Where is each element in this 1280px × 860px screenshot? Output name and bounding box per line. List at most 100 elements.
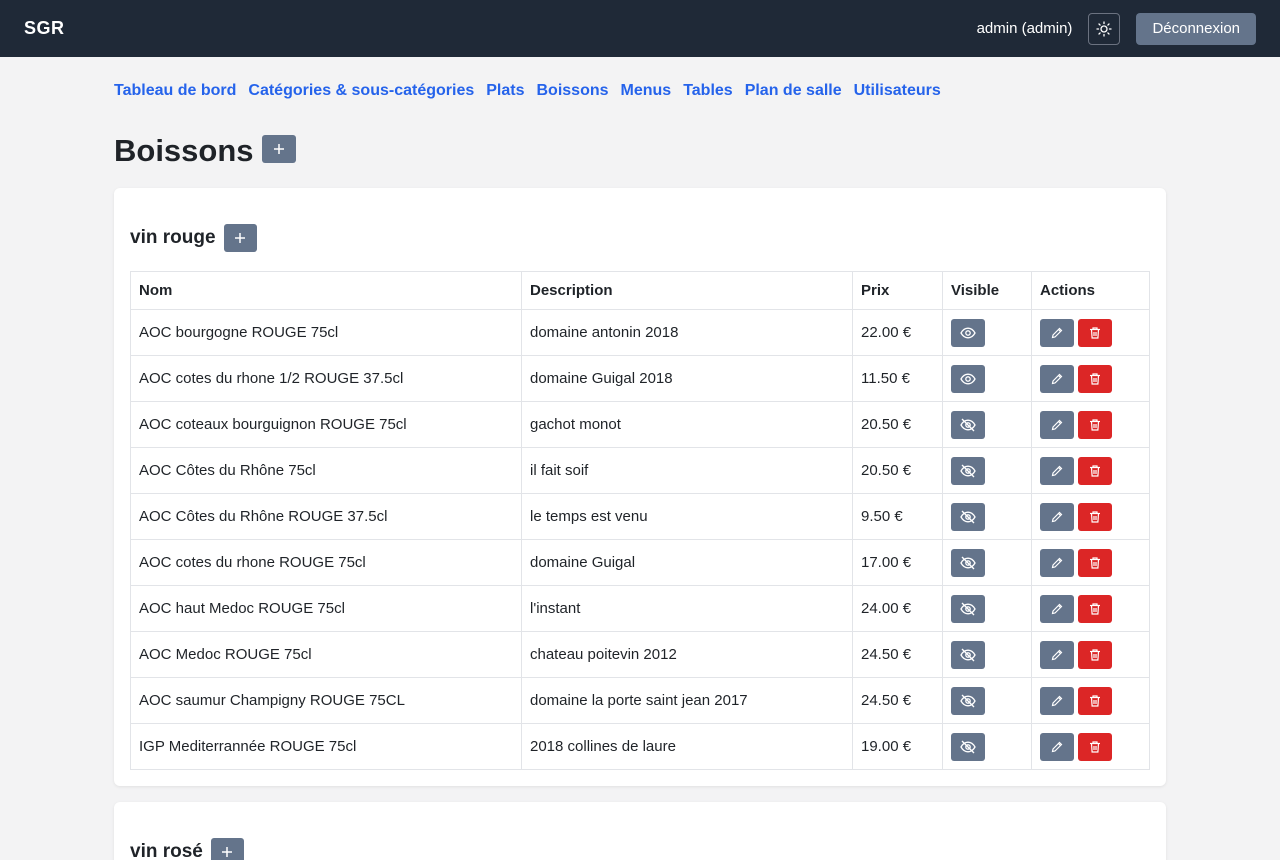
section-title: vin rouge <box>130 227 216 248</box>
category-card-vin-rose: vin rosé <box>114 802 1166 860</box>
nav-link-plan-de-salle[interactable]: Plan de salle <box>745 82 842 114</box>
column-header-visible: Visible <box>942 271 1032 310</box>
eye-off-icon <box>960 463 976 479</box>
cell-visible <box>942 493 1032 540</box>
column-header-description: Description <box>521 271 853 310</box>
cell-prix: 24.50 € <box>852 677 943 724</box>
toggle-visibility-button[interactable] <box>951 548 985 577</box>
edit-button[interactable] <box>1040 318 1074 347</box>
cell-visible <box>942 723 1032 770</box>
delete-button[interactable] <box>1078 410 1112 439</box>
edit-button[interactable] <box>1040 364 1074 393</box>
cell-visible <box>942 355 1032 402</box>
add-to-category-button[interactable] <box>223 224 257 252</box>
toggle-visibility-button[interactable] <box>951 410 985 439</box>
logout-button[interactable]: Déconnexion <box>1136 12 1256 45</box>
cell-prix: 19.00 € <box>852 723 943 770</box>
eye-icon <box>960 371 976 387</box>
column-header-prix: Prix <box>852 271 943 310</box>
toggle-visibility-button[interactable] <box>951 686 985 715</box>
cell-actions <box>1031 631 1150 678</box>
edit-button[interactable] <box>1040 456 1074 485</box>
cell-description: il fait soif <box>521 447 853 494</box>
trash-icon <box>1088 648 1102 662</box>
pencil-icon <box>1050 602 1064 616</box>
cell-description: 2018 collines de laure <box>521 723 853 770</box>
column-header-actions: Actions <box>1031 271 1150 310</box>
cell-prix: 24.50 € <box>852 631 943 678</box>
brand-logo[interactable]: SGR <box>24 18 65 39</box>
delete-button[interactable] <box>1078 318 1112 347</box>
section-title: vin rosé <box>130 841 203 860</box>
cell-actions <box>1031 723 1150 770</box>
trash-icon <box>1088 326 1102 340</box>
nav-link-plats[interactable]: Plats <box>486 82 524 114</box>
cell-visible <box>942 309 1032 356</box>
edit-button[interactable] <box>1040 732 1074 761</box>
theme-toggle-button[interactable] <box>1088 12 1121 45</box>
cell-nom: AOC Côtes du Rhône ROUGE 37.5cl <box>130 493 522 540</box>
nav-link-dashboard[interactable]: Tableau de bord <box>114 82 236 114</box>
edit-button[interactable] <box>1040 594 1074 623</box>
eye-off-icon <box>960 417 976 433</box>
delete-button[interactable] <box>1078 594 1112 623</box>
pencil-icon <box>1050 556 1064 570</box>
delete-button[interactable] <box>1078 364 1112 393</box>
toggle-visibility-button[interactable] <box>951 364 985 393</box>
toggle-visibility-button[interactable] <box>951 502 985 531</box>
table-row: AOC Côtes du Rhône ROUGE 37.5cl le temps … <box>130 493 1150 540</box>
delete-button[interactable] <box>1078 502 1112 531</box>
table-row: AOC cotes du rhone 1/2 ROUGE 37.5cl domai… <box>130 355 1150 402</box>
nav-link-boissons[interactable]: Boissons <box>537 82 609 114</box>
edit-button[interactable] <box>1040 548 1074 577</box>
trash-icon <box>1088 464 1102 478</box>
delete-button[interactable] <box>1078 686 1112 715</box>
edit-button[interactable] <box>1040 686 1074 715</box>
cell-prix: 22.00 € <box>852 309 943 356</box>
toggle-visibility-button[interactable] <box>951 640 985 669</box>
pencil-icon <box>1050 418 1064 432</box>
delete-button[interactable] <box>1078 548 1112 577</box>
toggle-visibility-button[interactable] <box>951 732 985 761</box>
nav-link-menus[interactable]: Menus <box>621 82 672 114</box>
table-row: AOC saumur Champigny ROUGE 75CL domaine l… <box>130 677 1150 724</box>
toggle-visibility-button[interactable] <box>951 594 985 623</box>
cell-actions <box>1031 309 1150 356</box>
edit-button[interactable] <box>1040 410 1074 439</box>
cell-visible <box>942 401 1032 448</box>
cell-description: gachot monot <box>521 401 853 448</box>
table-row: AOC bourgogne ROUGE 75cl domaine antonin … <box>130 309 1150 356</box>
table-row: AOC haut Medoc ROUGE 75cl l'instant 24.00 … <box>130 585 1150 632</box>
edit-button[interactable] <box>1040 502 1074 531</box>
toggle-visibility-button[interactable] <box>951 318 985 347</box>
boissons-table: Nom Description Prix Visible Actions AOC… <box>130 271 1150 770</box>
add-boisson-button[interactable] <box>261 135 296 163</box>
cell-nom: AOC haut Medoc ROUGE 75cl <box>130 585 522 632</box>
table-row: AOC Medoc ROUGE 75cl chateau poitevin 201… <box>130 631 1150 678</box>
trash-icon <box>1088 740 1102 754</box>
table-row: AOC coteaux bourguignon ROUGE 75cl gachot… <box>130 401 1150 448</box>
cell-nom: AOC saumur Champigny ROUGE 75CL <box>130 677 522 724</box>
cell-description: domaine la porte saint jean 2017 <box>521 677 853 724</box>
eye-off-icon <box>960 647 976 663</box>
delete-button[interactable] <box>1078 456 1112 485</box>
add-to-category-button[interactable] <box>210 838 244 860</box>
plus-icon <box>221 846 233 858</box>
toggle-visibility-button[interactable] <box>951 456 985 485</box>
pencil-icon <box>1050 510 1064 524</box>
eye-off-icon <box>960 693 976 709</box>
eye-off-icon <box>960 509 976 525</box>
cell-visible <box>942 447 1032 494</box>
cell-prix: 24.00 € <box>852 585 943 632</box>
nav-link-categories[interactable]: Catégories & sous-catégories <box>248 82 474 114</box>
nav-link-tables[interactable]: Tables <box>683 82 733 114</box>
cell-nom: AOC Medoc ROUGE 75cl <box>130 631 522 678</box>
nav-link-utilisateurs[interactable]: Utilisateurs <box>854 82 941 114</box>
eye-off-icon <box>960 739 976 755</box>
cell-visible <box>942 539 1032 586</box>
delete-button[interactable] <box>1078 640 1112 669</box>
delete-button[interactable] <box>1078 732 1112 761</box>
plus-icon <box>273 143 285 155</box>
edit-button[interactable] <box>1040 640 1074 669</box>
trash-icon <box>1088 602 1102 616</box>
